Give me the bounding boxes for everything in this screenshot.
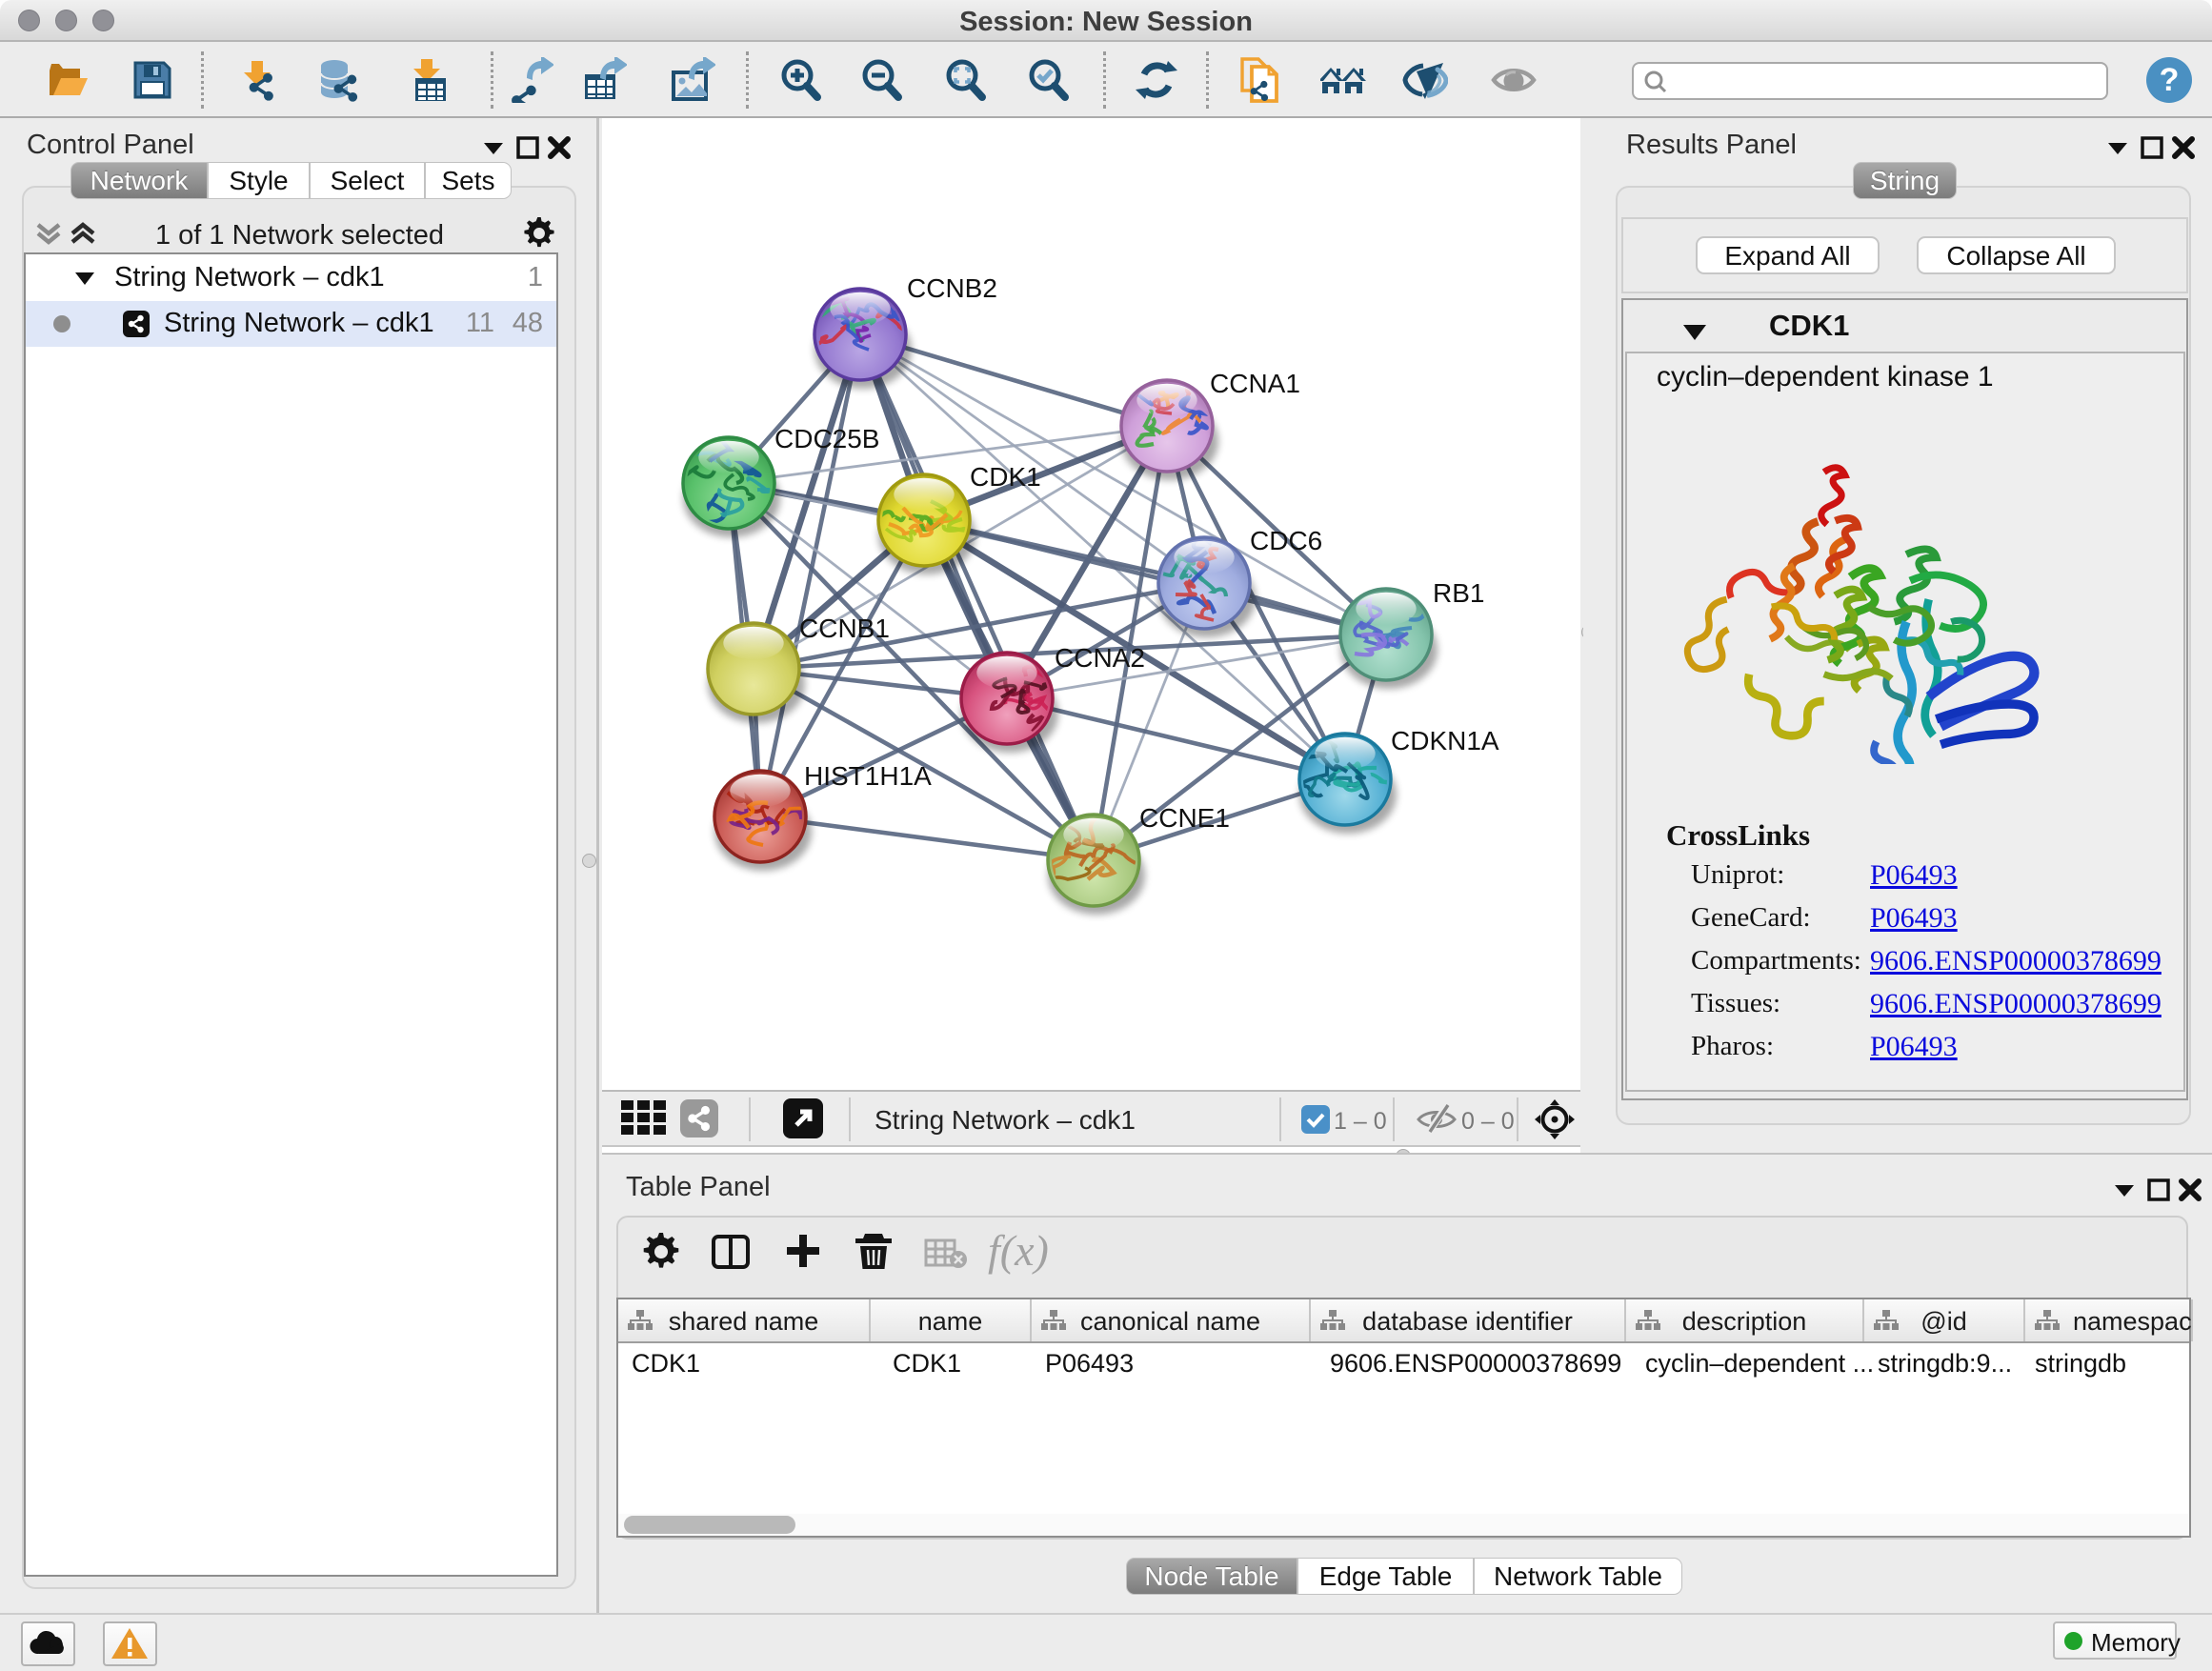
svg-text:CDC6: CDC6 <box>1250 526 1322 555</box>
svg-text:CCNB2: CCNB2 <box>907 273 997 303</box>
svg-text:CDK1: CDK1 <box>970 462 1041 492</box>
svg-text:HIST1H1A: HIST1H1A <box>804 761 932 791</box>
svg-text:CCNA2: CCNA2 <box>1055 643 1145 673</box>
svg-text:?: ? <box>2160 62 2180 98</box>
svg-text:CDC25B: CDC25B <box>774 424 879 453</box>
svg-text:RB1: RB1 <box>1433 578 1484 608</box>
svg-text:CDKN1A: CDKN1A <box>1391 726 1499 755</box>
svg-text:CCNE1: CCNE1 <box>1139 803 1230 833</box>
svg-text:CCNA1: CCNA1 <box>1210 369 1300 398</box>
svg-text:CCNB1: CCNB1 <box>799 614 890 643</box>
